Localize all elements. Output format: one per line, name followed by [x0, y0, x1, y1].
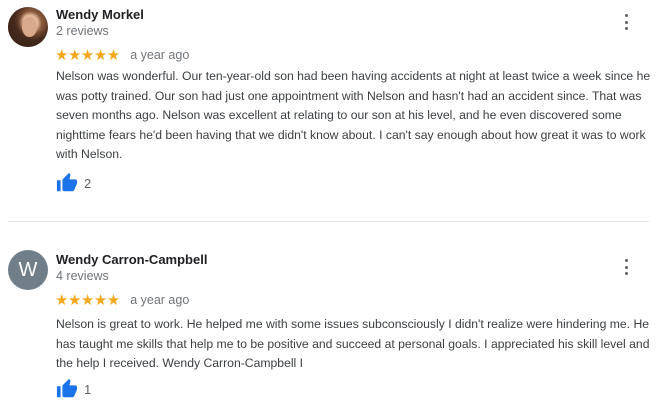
- review-text: Nelson is great to work. He helped me wi…: [56, 317, 650, 370]
- reviewer-name[interactable]: Wendy Morkel: [56, 7, 144, 22]
- review-card: W Wendy Carron-Campbell 4 reviews ★★★★★ …: [0, 222, 657, 409]
- like-button[interactable]: 2: [56, 172, 91, 194]
- reviews-list: Wendy Morkel 2 reviews ★★★★★ a year ago …: [0, 0, 657, 409]
- like-count: 1: [84, 381, 92, 397]
- review-date: a year ago: [130, 48, 190, 62]
- like-button[interactable]: 1: [56, 378, 91, 400]
- like-count: 2: [84, 175, 92, 191]
- reviewer-name[interactable]: Wendy Carron-Campbell: [56, 252, 207, 267]
- reviewer-avatar[interactable]: W: [8, 250, 48, 290]
- thumbs-up-icon: [56, 172, 78, 192]
- reviewer-avatar[interactable]: [8, 7, 48, 47]
- review-date: a year ago: [130, 293, 190, 307]
- more-vertical-icon: [624, 259, 628, 262]
- thumbs-up-icon: [56, 378, 78, 398]
- reviewer-review-count[interactable]: 4 reviews: [56, 269, 109, 283]
- star-rating: ★★★★★: [55, 47, 120, 64]
- rating-row: ★★★★★ a year ago: [55, 46, 189, 64]
- more-options-button[interactable]: [617, 256, 635, 278]
- rating-row: ★★★★★ a year ago: [55, 291, 189, 309]
- star-rating: ★★★★★: [55, 292, 120, 309]
- more-vertical-icon: [624, 14, 628, 17]
- more-options-button[interactable]: [617, 11, 635, 33]
- reviewer-review-count[interactable]: 2 reviews: [56, 24, 109, 38]
- review-card: Wendy Morkel 2 reviews ★★★★★ a year ago …: [0, 0, 657, 220]
- review-text: Nelson was wonderful. Our ten-year-old s…: [56, 69, 651, 161]
